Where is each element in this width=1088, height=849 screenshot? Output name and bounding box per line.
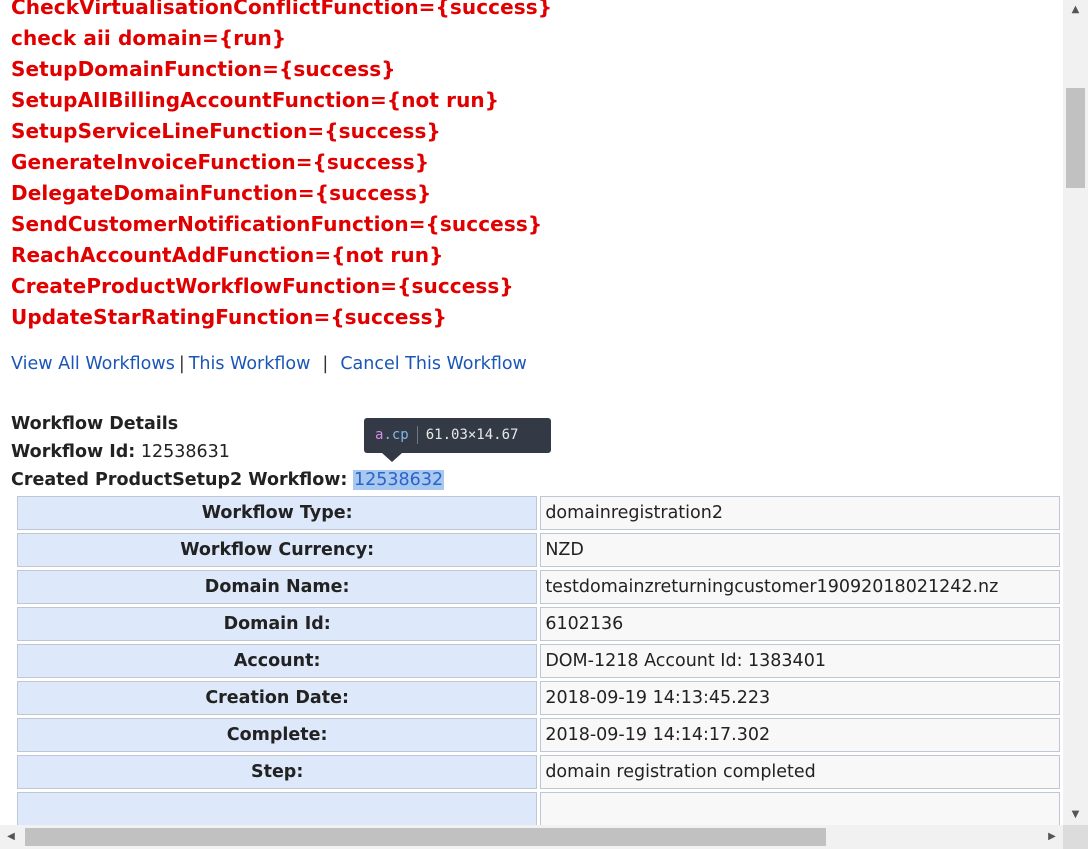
workflow-info-table: Workflow Type: domainregistration2 Workfl…	[14, 493, 1063, 825]
function-status: SetupAIIBillingAccountFunction={not run}	[11, 88, 500, 112]
row-label: Domain Name:	[17, 570, 538, 604]
workflow-details-heading: Workflow Details	[11, 414, 179, 434]
table-row: Domain Id: 6102136	[17, 607, 1060, 641]
row-value: NZD	[540, 533, 1060, 567]
link-separator: |	[322, 354, 329, 374]
tooltip-size: 61.03×14.67	[425, 427, 519, 443]
row-value: 6102136	[540, 607, 1060, 641]
scroll-up-icon[interactable]: ▲	[1063, 0, 1088, 20]
row-label: Step:	[17, 755, 538, 789]
function-status: SetupDomainFunction={success}	[11, 57, 396, 81]
scroll-right-icon[interactable]: ▶	[1041, 825, 1063, 849]
row-value: 2018-09-19 14:13:45.223	[540, 681, 1060, 715]
function-status: CreateProductWorkflowFunction={success}	[11, 274, 514, 298]
created-workflow-link[interactable]: 12538632	[353, 470, 445, 490]
row-label: Workflow Currency:	[17, 533, 538, 567]
table-row: Step: domain registration completed	[17, 755, 1060, 789]
row-label: Account:	[17, 644, 538, 678]
workflow-links: View All Workflows | This Workflow | Cancel …	[11, 354, 527, 374]
table-row	[17, 792, 1060, 825]
tooltip-class: .cp	[383, 427, 409, 443]
table-row: Workflow Type: domainregistration2	[17, 496, 1060, 530]
row-label: Creation Date:	[17, 681, 538, 715]
created-workflow-label: Created ProductSetup2 Workflow:	[11, 470, 348, 490]
devtools-element-tooltip: a.cp 61.03×14.67	[364, 418, 551, 462]
this-workflow-link[interactable]: This Workflow	[189, 354, 311, 374]
scroll-left-icon[interactable]: ◀	[0, 825, 22, 849]
row-label: Workflow Type:	[17, 496, 538, 530]
cancel-workflow-link[interactable]: Cancel This Workflow	[340, 354, 527, 374]
page-viewport: CheckVirtualisationConflictFunction={suc…	[0, 0, 1063, 825]
row-label: Domain Id:	[17, 607, 538, 641]
horizontal-scroll-thumb[interactable]	[25, 828, 826, 846]
row-value	[540, 792, 1060, 825]
row-value: domain registration completed	[540, 755, 1060, 789]
tooltip-divider	[416, 426, 418, 444]
function-status: ReachAccountAddFunction={not run}	[11, 243, 444, 267]
workflow-id-value: 12538631	[140, 442, 230, 462]
function-status: DelegateDomainFunction={success}	[11, 181, 432, 205]
function-status-list: CheckVirtualisationConflictFunction={suc…	[11, 0, 1063, 333]
workflow-id-label: Workflow Id:	[11, 442, 136, 462]
row-label: Complete:	[17, 718, 538, 752]
function-status: check aii domain={run}	[11, 26, 287, 50]
vertical-scrollbar[interactable]: ▲ ▼	[1063, 0, 1088, 825]
function-status: SendCustomerNotificationFunction={succes…	[11, 212, 543, 236]
function-status: GenerateInvoiceFunction={success}	[11, 150, 430, 174]
scrollbar-corner	[1063, 825, 1088, 849]
vertical-scroll-thumb[interactable]	[1066, 88, 1085, 188]
table-row: Workflow Currency: NZD	[17, 533, 1060, 567]
table-row: Account: DOM-1218 Account Id: 1383401	[17, 644, 1060, 678]
view-all-workflows-link[interactable]: View All Workflows	[11, 354, 175, 374]
function-status: UpdateStarRatingFunction={success}	[11, 305, 447, 329]
function-status: SetupServiceLineFunction={success}	[11, 119, 441, 143]
row-value: DOM-1218 Account Id: 1383401	[540, 644, 1060, 678]
scroll-down-icon[interactable]: ▼	[1063, 805, 1088, 825]
horizontal-scrollbar[interactable]: ◀ ▶	[0, 825, 1063, 849]
table-row: Complete: 2018-09-19 14:14:17.302	[17, 718, 1060, 752]
function-status: CheckVirtualisationConflictFunction={suc…	[11, 0, 553, 19]
table-row: Creation Date: 2018-09-19 14:13:45.223	[17, 681, 1060, 715]
row-value: 2018-09-19 14:14:17.302	[540, 718, 1060, 752]
row-value: domainregistration2	[540, 496, 1060, 530]
link-separator: |	[178, 354, 185, 374]
page-content: CheckVirtualisationConflictFunction={suc…	[11, 0, 1063, 490]
table-row: Domain Name: testdomainzreturningcustomer…	[17, 570, 1060, 604]
row-value: testdomainzreturningcustomer190920180212…	[540, 570, 1060, 604]
row-label	[17, 792, 538, 825]
